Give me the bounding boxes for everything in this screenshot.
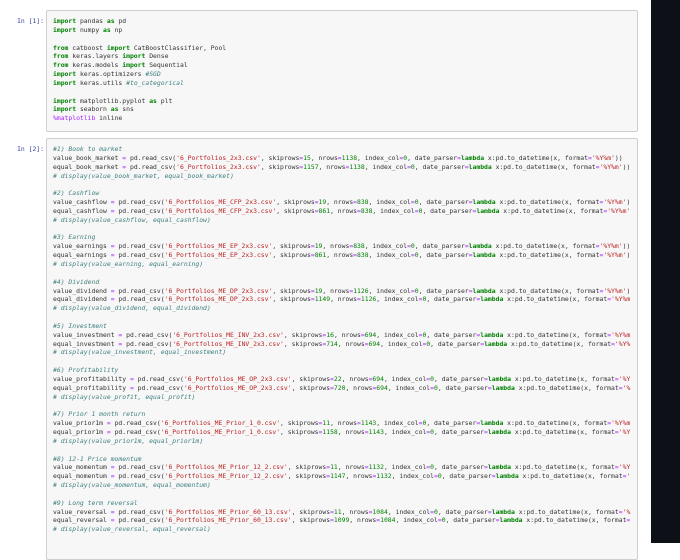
code-line: equal_cashflow = pd.read_csv('6_Portfoli… (53, 206, 631, 215)
code-line: import matplotlib.pyplot as plt (53, 96, 173, 105)
code-line: # display(value_investment, equal_invest… (53, 348, 227, 357)
code-line: equal_earnings = pd.read_csv('6_Portfoli… (53, 251, 631, 260)
code-line: import keras.utils #to_categorical (53, 78, 184, 87)
code-line: from keras.layers import Dense (53, 52, 169, 61)
code-line: equal_reversal = pd.read_csv('6_Portfoli… (53, 516, 631, 525)
code-line: value_prior1m = pd.read_csv('6_Portfolio… (53, 419, 631, 428)
code-line: # display(value_prior1m, equal_prior1m) (53, 436, 204, 445)
code-line: value_earnings = pd.read_csv('6_Portfoli… (53, 242, 631, 251)
code-editor[interactable]: import pandas as pd import numpy as np fr… (46, 10, 638, 132)
code-lines: import pandas as pd import numpy as np fr… (47, 11, 637, 129)
code-lines: #1) Book to market value_book_market = pd… (47, 139, 637, 540)
code-line: equal_profitability = pd.read_csv('6_Por… (53, 383, 631, 392)
code-line: #8) 12-1 Price momentum (53, 454, 142, 463)
code-line: from keras.models import Sequential (53, 61, 188, 70)
code-cell-1: In [1]: import pandas as pd import numpy … (0, 10, 640, 132)
code-line: #4) Dividend (53, 277, 100, 286)
code-line: equal_momentum = pd.read_csv('6_Portfoli… (53, 472, 631, 481)
code-line: #2) Cashflow (53, 189, 100, 198)
code-line: #7) Prior 1 month return (53, 410, 146, 419)
code-line: equal_book_market = pd.read_csv('6_Portf… (53, 162, 631, 171)
code-line: from catboost import CatBoostClassifier,… (53, 43, 227, 52)
code-line: equal_investment = pd.read_csv('6_Portfo… (53, 339, 631, 348)
code-line: # display(value_momentum, equal_momentum… (53, 481, 211, 490)
cell-prompt: In [2]: (17, 145, 44, 153)
side-panel (651, 0, 680, 543)
code-line: import seaborn as sns (53, 105, 134, 114)
code-line: value_reversal = pd.read_csv('6_Portfoli… (53, 507, 631, 516)
code-line: #6) Profitability (53, 366, 119, 375)
code-line: equal_prior1m = pd.read_csv('6_Portfolio… (53, 428, 631, 436)
code-line: # display(value_earning, equal_earning) (53, 259, 204, 268)
code-line: #9) Long term reversal (53, 498, 138, 507)
code-cell-2: In [2]: #1) Book to market value_book_mar… (0, 138, 640, 560)
code-line: %matplotlib inline (53, 114, 123, 123)
code-line: #5) Investment (53, 321, 107, 330)
code-line: # display(value_cashflow, equal_cashflow… (53, 215, 211, 224)
code-editor[interactable]: #1) Book to market value_book_market = pd… (46, 138, 638, 560)
code-line: equal_dividend = pd.read_csv('6_Portfoli… (53, 295, 631, 304)
cell-prompt: In [1]: (17, 17, 44, 25)
code-line: import numpy as np (53, 25, 123, 34)
code-line: value_dividend = pd.read_csv('6_Portfoli… (53, 286, 631, 295)
code-line: # display(value_profit, equal_profit) (53, 392, 196, 401)
code-line: import keras.optimizers #SGD (53, 70, 161, 79)
code-line: #3) Earning (53, 233, 96, 242)
code-line: value_momentum = pd.read_csv('6_Portfoli… (53, 463, 631, 472)
code-line: # display(value_reversal, equal_reversal… (53, 525, 211, 534)
code-line: value_book_market = pd.read_csv('6_Portf… (53, 153, 623, 162)
code-line: import pandas as pd (53, 17, 127, 25)
code-line: value_profitability = pd.read_csv('6_Por… (53, 374, 631, 383)
code-line: value_investment = pd.read_csv('6_Portfo… (53, 330, 631, 339)
code-line: value_cashflow = pd.read_csv('6_Portfoli… (53, 198, 631, 207)
code-line: # display(value_book_market, equal_book_… (53, 171, 234, 180)
code-line: # display(value_dividend, equal_dividend… (53, 304, 211, 313)
code-line: #1) Book to market (53, 145, 123, 153)
